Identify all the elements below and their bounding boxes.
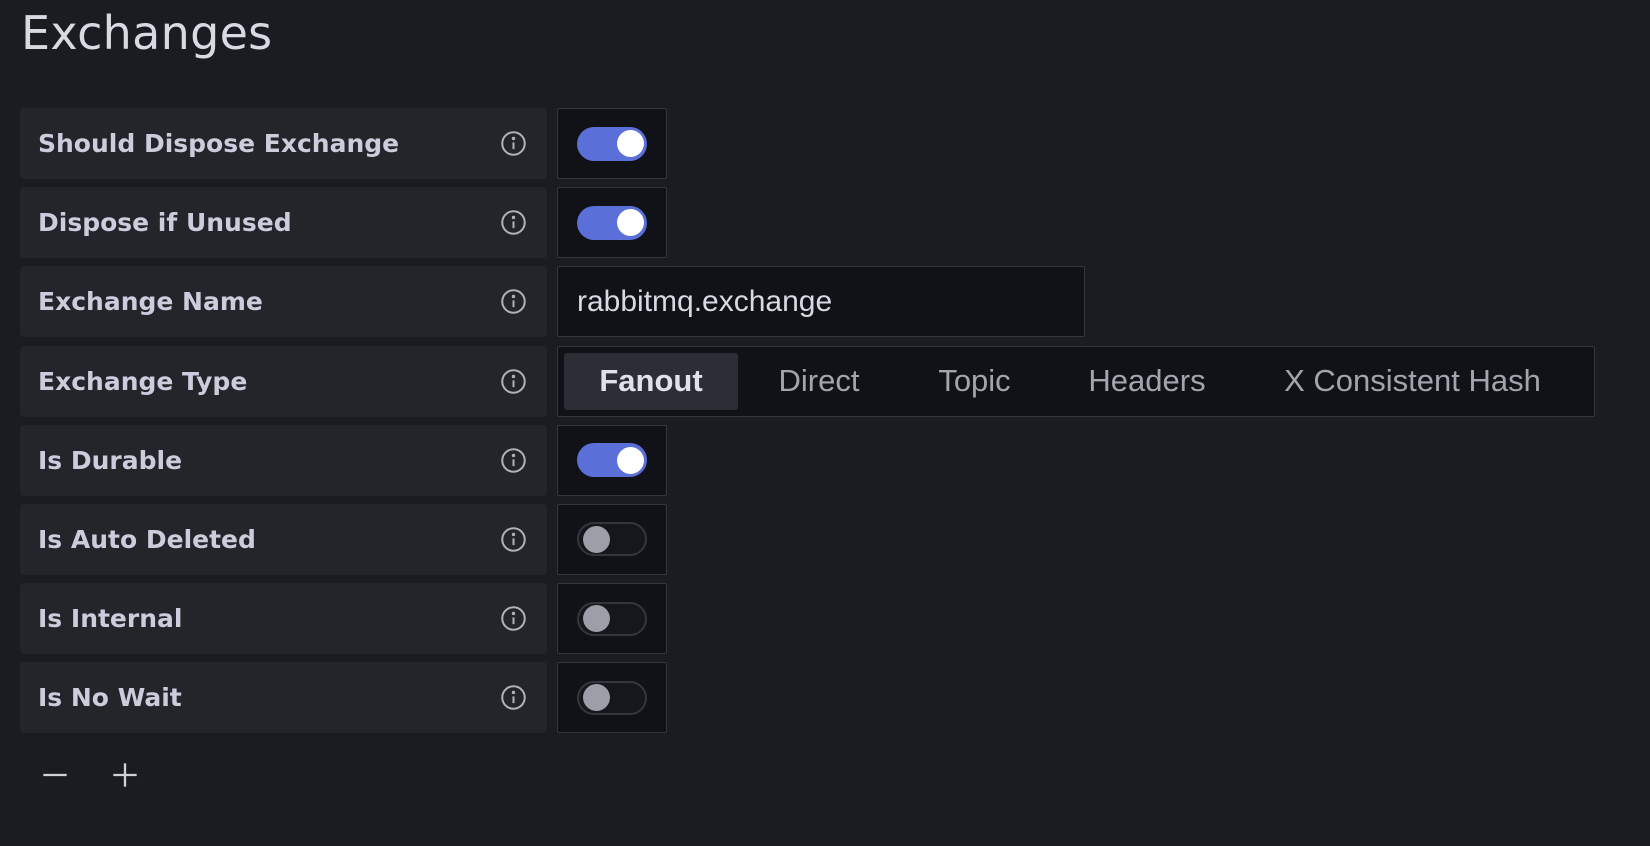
toggle-knob bbox=[617, 446, 644, 474]
toggle-knob bbox=[583, 684, 610, 712]
exchange-type-option-fanout[interactable]: Fanout bbox=[564, 352, 738, 410]
switch-container bbox=[557, 583, 667, 655]
list-actions bbox=[40, 757, 140, 797]
info-circle-icon[interactable] bbox=[500, 605, 527, 632]
field-label-text: Is Durable bbox=[38, 445, 183, 475]
field-label-text: Is No Wait bbox=[38, 683, 182, 713]
field-label-text: Is Auto Deleted bbox=[38, 524, 256, 554]
field-row-dispose-if-unused: Dispose if Unused bbox=[20, 187, 1595, 259]
field-label: Should Dispose Exchange bbox=[20, 108, 547, 179]
is-auto-deleted-toggle[interactable] bbox=[577, 522, 647, 557]
field-row-is-no-wait: Is No Wait bbox=[20, 662, 1595, 734]
field-label: Exchange Type bbox=[20, 345, 547, 417]
exchange-type-option-x-consistent-hash[interactable]: X Consistent Hash bbox=[1245, 353, 1580, 410]
should-dispose-exchange-toggle[interactable] bbox=[577, 126, 647, 161]
field-row-is-auto-deleted: Is Auto Deleted bbox=[20, 503, 1595, 575]
field-label: Dispose if Unused bbox=[20, 187, 547, 259]
exchange-name-input[interactable]: rabbitmq.exchange bbox=[557, 266, 1085, 338]
is-durable-toggle[interactable] bbox=[577, 443, 647, 478]
field-label: Is Auto Deleted bbox=[20, 503, 547, 575]
field-row-is-durable: Is Durable bbox=[20, 424, 1595, 496]
info-circle-icon[interactable] bbox=[500, 447, 527, 474]
exchange-type-option-headers[interactable]: Headers bbox=[1049, 353, 1245, 410]
field-label: Is Durable bbox=[20, 424, 547, 496]
field-label: Is Internal bbox=[20, 583, 547, 655]
add-exchange-button[interactable] bbox=[110, 757, 140, 797]
toggle-knob bbox=[583, 605, 610, 633]
info-circle-icon[interactable] bbox=[500, 209, 527, 236]
toggle-knob bbox=[583, 525, 610, 553]
field-row-is-internal: Is Internal bbox=[20, 583, 1595, 655]
field-row-exchange-name: Exchange Name rabbitmq.exchange bbox=[20, 266, 1595, 338]
field-label-text: Exchange Type bbox=[38, 366, 248, 396]
field-label-text: Dispose if Unused bbox=[38, 208, 292, 238]
exchange-form: Should Dispose Exchange Dispose if Unuse… bbox=[20, 108, 1595, 742]
field-row-should-dispose-exchange: Should Dispose Exchange bbox=[20, 108, 1595, 179]
switch-container bbox=[557, 424, 667, 496]
exchange-type-radio-group: Fanout Direct Topic Headers X Consistent… bbox=[557, 345, 1595, 417]
switch-container bbox=[557, 187, 667, 259]
info-circle-icon[interactable] bbox=[500, 288, 527, 315]
page-title: Exchanges bbox=[21, 6, 273, 60]
minus-icon bbox=[41, 761, 69, 793]
plus-icon bbox=[111, 761, 139, 793]
exchange-type-option-topic[interactable]: Topic bbox=[900, 353, 1049, 410]
switch-container bbox=[557, 503, 667, 575]
info-circle-icon[interactable] bbox=[500, 526, 527, 553]
info-circle-icon[interactable] bbox=[500, 368, 527, 395]
info-circle-icon[interactable] bbox=[500, 130, 527, 157]
is-no-wait-toggle[interactable] bbox=[577, 680, 647, 715]
field-label-text: Exchange Name bbox=[38, 287, 263, 317]
toggle-knob bbox=[617, 130, 644, 157]
is-internal-toggle[interactable] bbox=[577, 601, 647, 636]
dispose-if-unused-toggle[interactable] bbox=[577, 205, 647, 240]
info-circle-icon[interactable] bbox=[500, 684, 527, 711]
switch-container bbox=[557, 108, 667, 179]
switch-container bbox=[557, 662, 667, 734]
remove-exchange-button[interactable] bbox=[40, 757, 70, 797]
field-row-exchange-type: Exchange Type Fanout Direct Topic Header… bbox=[20, 345, 1595, 417]
field-label-text: Is Internal bbox=[38, 604, 183, 634]
field-label: Is No Wait bbox=[20, 662, 547, 734]
field-label: Exchange Name bbox=[20, 266, 547, 338]
field-label-text: Should Dispose Exchange bbox=[38, 129, 400, 158]
exchange-type-option-direct[interactable]: Direct bbox=[738, 353, 900, 410]
toggle-knob bbox=[617, 209, 644, 237]
